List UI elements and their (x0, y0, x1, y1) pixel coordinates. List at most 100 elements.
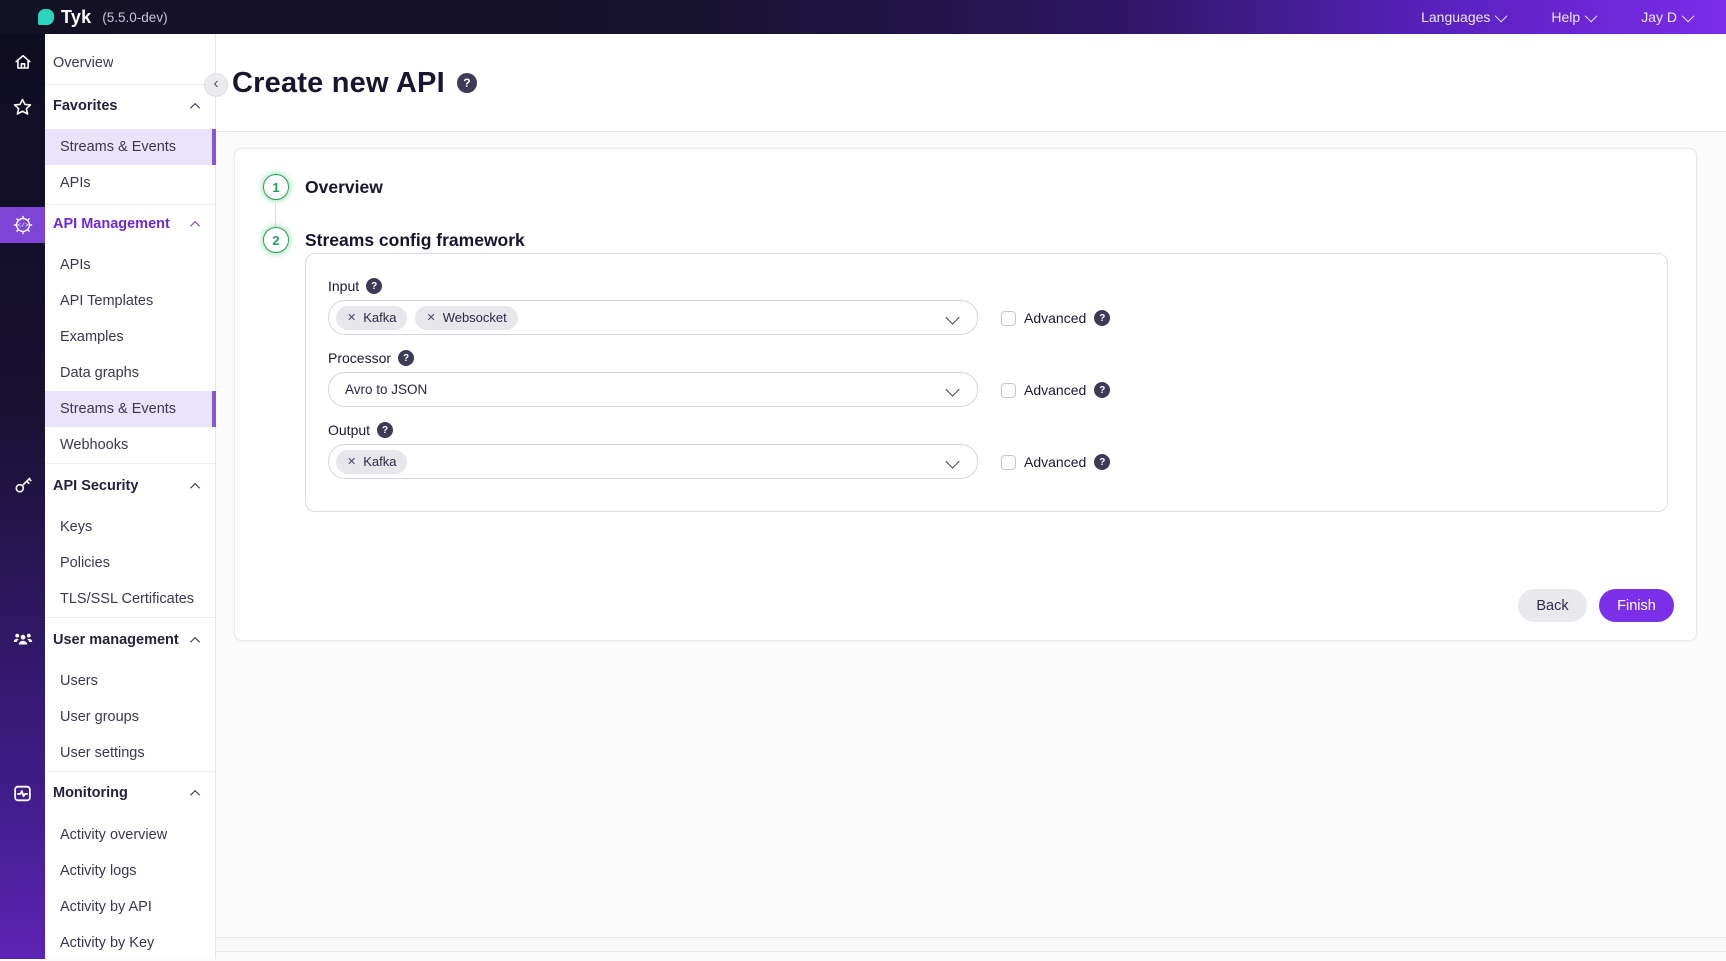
sidebar-item-streams-events[interactable]: Streams & Events (45, 391, 216, 427)
wizard-step-2: 2 Streams config framework (263, 227, 525, 253)
advanced-help-icon[interactable] (1094, 382, 1110, 398)
icon-rail: </> (0, 34, 45, 959)
rail-home-button[interactable] (0, 44, 45, 80)
processor-help-icon[interactable] (398, 350, 414, 366)
api-security-key-icon (13, 475, 33, 495)
sidebar-item-user-groups[interactable]: User groups (45, 699, 216, 735)
advanced-help-icon[interactable] (1094, 454, 1110, 470)
chevron-up-icon (190, 482, 200, 492)
sidebar-item-apis[interactable]: APIs (45, 247, 216, 283)
input-tag-kafka[interactable]: Kafka (336, 306, 407, 330)
remove-tag-icon[interactable] (347, 311, 356, 324)
select-chevron-icon (946, 311, 960, 325)
topbar: Tyk (5.5.0-dev) Languages Help Jay D (0, 0, 1726, 34)
sidebar-item-keys[interactable]: Keys (45, 509, 216, 545)
sidebar-divider (45, 463, 215, 464)
sidebar-section-monitoring[interactable]: Monitoring (45, 775, 216, 811)
rail-favorites-button[interactable] (0, 89, 45, 125)
sidebar-item-activity-by-api[interactable]: Activity by API (45, 889, 216, 925)
sidebar-section-favorites[interactable]: Favorites (45, 88, 216, 124)
sidebar-divider (45, 617, 215, 618)
sidebar-item-activity-by-key[interactable]: Activity by Key (45, 925, 216, 961)
input-help-icon[interactable] (366, 278, 382, 294)
user-management-icon (12, 628, 34, 650)
processor-label: Processor (328, 350, 391, 366)
sidebar-item-activity-overview[interactable]: Activity overview (45, 817, 216, 853)
select-chevron-icon (946, 383, 960, 397)
sidebar-item-policies[interactable]: Policies (45, 545, 216, 581)
output-help-icon[interactable] (377, 422, 393, 438)
chevron-up-icon (190, 789, 200, 799)
chevron-up-icon (190, 220, 200, 230)
monitoring-icon (12, 783, 33, 804)
step-1-badge: 1 (263, 174, 289, 200)
output-label: Output (328, 422, 370, 438)
chevron-down-icon (1585, 9, 1598, 22)
step-2-label: Streams config framework (305, 230, 525, 251)
sidebar-divider (45, 84, 215, 85)
user-menu[interactable]: Jay D (1641, 9, 1694, 25)
input-advanced-checkbox[interactable] (1001, 311, 1016, 326)
sidebar-item-user-settings[interactable]: User settings (45, 735, 216, 771)
languages-menu[interactable]: Languages (1421, 9, 1507, 25)
footer-strip (216, 938, 1726, 951)
sidebar-section-api-security[interactable]: API Security (45, 468, 216, 504)
page-help-icon[interactable] (457, 73, 477, 93)
output-advanced-checkbox[interactable] (1001, 455, 1016, 470)
input-field-label-row: Input (328, 278, 382, 294)
sidebar-item-favorites-apis[interactable]: APIs (45, 165, 216, 201)
sidebar-item-activity-logs[interactable]: Activity logs (45, 853, 216, 889)
tyk-logo[interactable]: Tyk (38, 7, 91, 28)
input-label: Input (328, 278, 359, 294)
advanced-label: Advanced (1024, 454, 1086, 470)
sidebar-divider (45, 771, 215, 772)
rail-monitoring-button[interactable] (0, 775, 45, 811)
help-menu[interactable]: Help (1551, 9, 1597, 25)
sidebar-section-user-management[interactable]: User management (45, 622, 216, 658)
chevron-up-icon (190, 636, 200, 646)
sidebar-collapse-button[interactable] (204, 73, 228, 97)
rail-api-security-button[interactable] (0, 467, 45, 503)
chevron-down-icon (1495, 9, 1508, 22)
sidebar-item-data-graphs[interactable]: Data graphs (45, 355, 216, 391)
output-tag-kafka[interactable]: Kafka (336, 450, 407, 474)
output-field-label-row: Output (328, 422, 393, 438)
finish-button[interactable]: Finish (1599, 589, 1674, 622)
user-label: Jay D (1641, 9, 1677, 25)
output-select[interactable]: Kafka (328, 444, 978, 479)
sidebar-item-tls-ssl-certificates[interactable]: TLS/SSL Certificates (45, 581, 216, 617)
advanced-help-icon[interactable] (1094, 310, 1110, 326)
version-label: (5.5.0-dev) (102, 10, 167, 25)
sidebar: Overview Favorites Streams & Events APIs… (45, 34, 216, 959)
input-select[interactable]: Kafka Websocket (328, 300, 978, 335)
sidebar-item-overview[interactable]: Overview (45, 45, 216, 81)
rail-api-management-button[interactable]: </> (0, 207, 45, 243)
sidebar-item-users[interactable]: Users (45, 663, 216, 699)
sidebar-item-examples[interactable]: Examples (45, 319, 216, 355)
languages-label: Languages (1421, 9, 1490, 25)
page-title: Create new API (232, 67, 445, 100)
processor-value: Avro to JSON (336, 382, 427, 397)
processor-select[interactable]: Avro to JSON (328, 372, 978, 407)
sidebar-section-api-management[interactable]: API Management (45, 206, 216, 242)
remove-tag-icon[interactable] (426, 311, 435, 324)
back-button[interactable]: Back (1518, 589, 1587, 622)
home-icon (13, 52, 33, 72)
create-api-wizard-card: 1 Overview 2 Streams config framework In… (234, 148, 1697, 641)
step-2-badge: 2 (263, 227, 289, 253)
input-tag-websocket[interactable]: Websocket (415, 306, 517, 330)
svg-text:</>: </> (17, 222, 28, 229)
sidebar-item-favorites-streams-events[interactable]: Streams & Events (45, 129, 216, 165)
sidebar-item-api-templates[interactable]: API Templates (45, 283, 216, 319)
rail-user-management-button[interactable] (0, 621, 45, 657)
advanced-label: Advanced (1024, 382, 1086, 398)
processor-advanced-checkbox[interactable] (1001, 383, 1016, 398)
remove-tag-icon[interactable] (347, 455, 356, 468)
streams-config-form: Input Kafka Websocket Advanced Processor (305, 253, 1668, 512)
topbar-menu: Languages Help Jay D (1421, 9, 1694, 25)
advanced-label: Advanced (1024, 310, 1086, 326)
page-title-row: Create new API (232, 34, 477, 132)
processor-field-label-row: Processor (328, 350, 414, 366)
sidebar-item-webhooks[interactable]: Webhooks (45, 427, 216, 463)
chevron-up-icon (190, 102, 200, 112)
